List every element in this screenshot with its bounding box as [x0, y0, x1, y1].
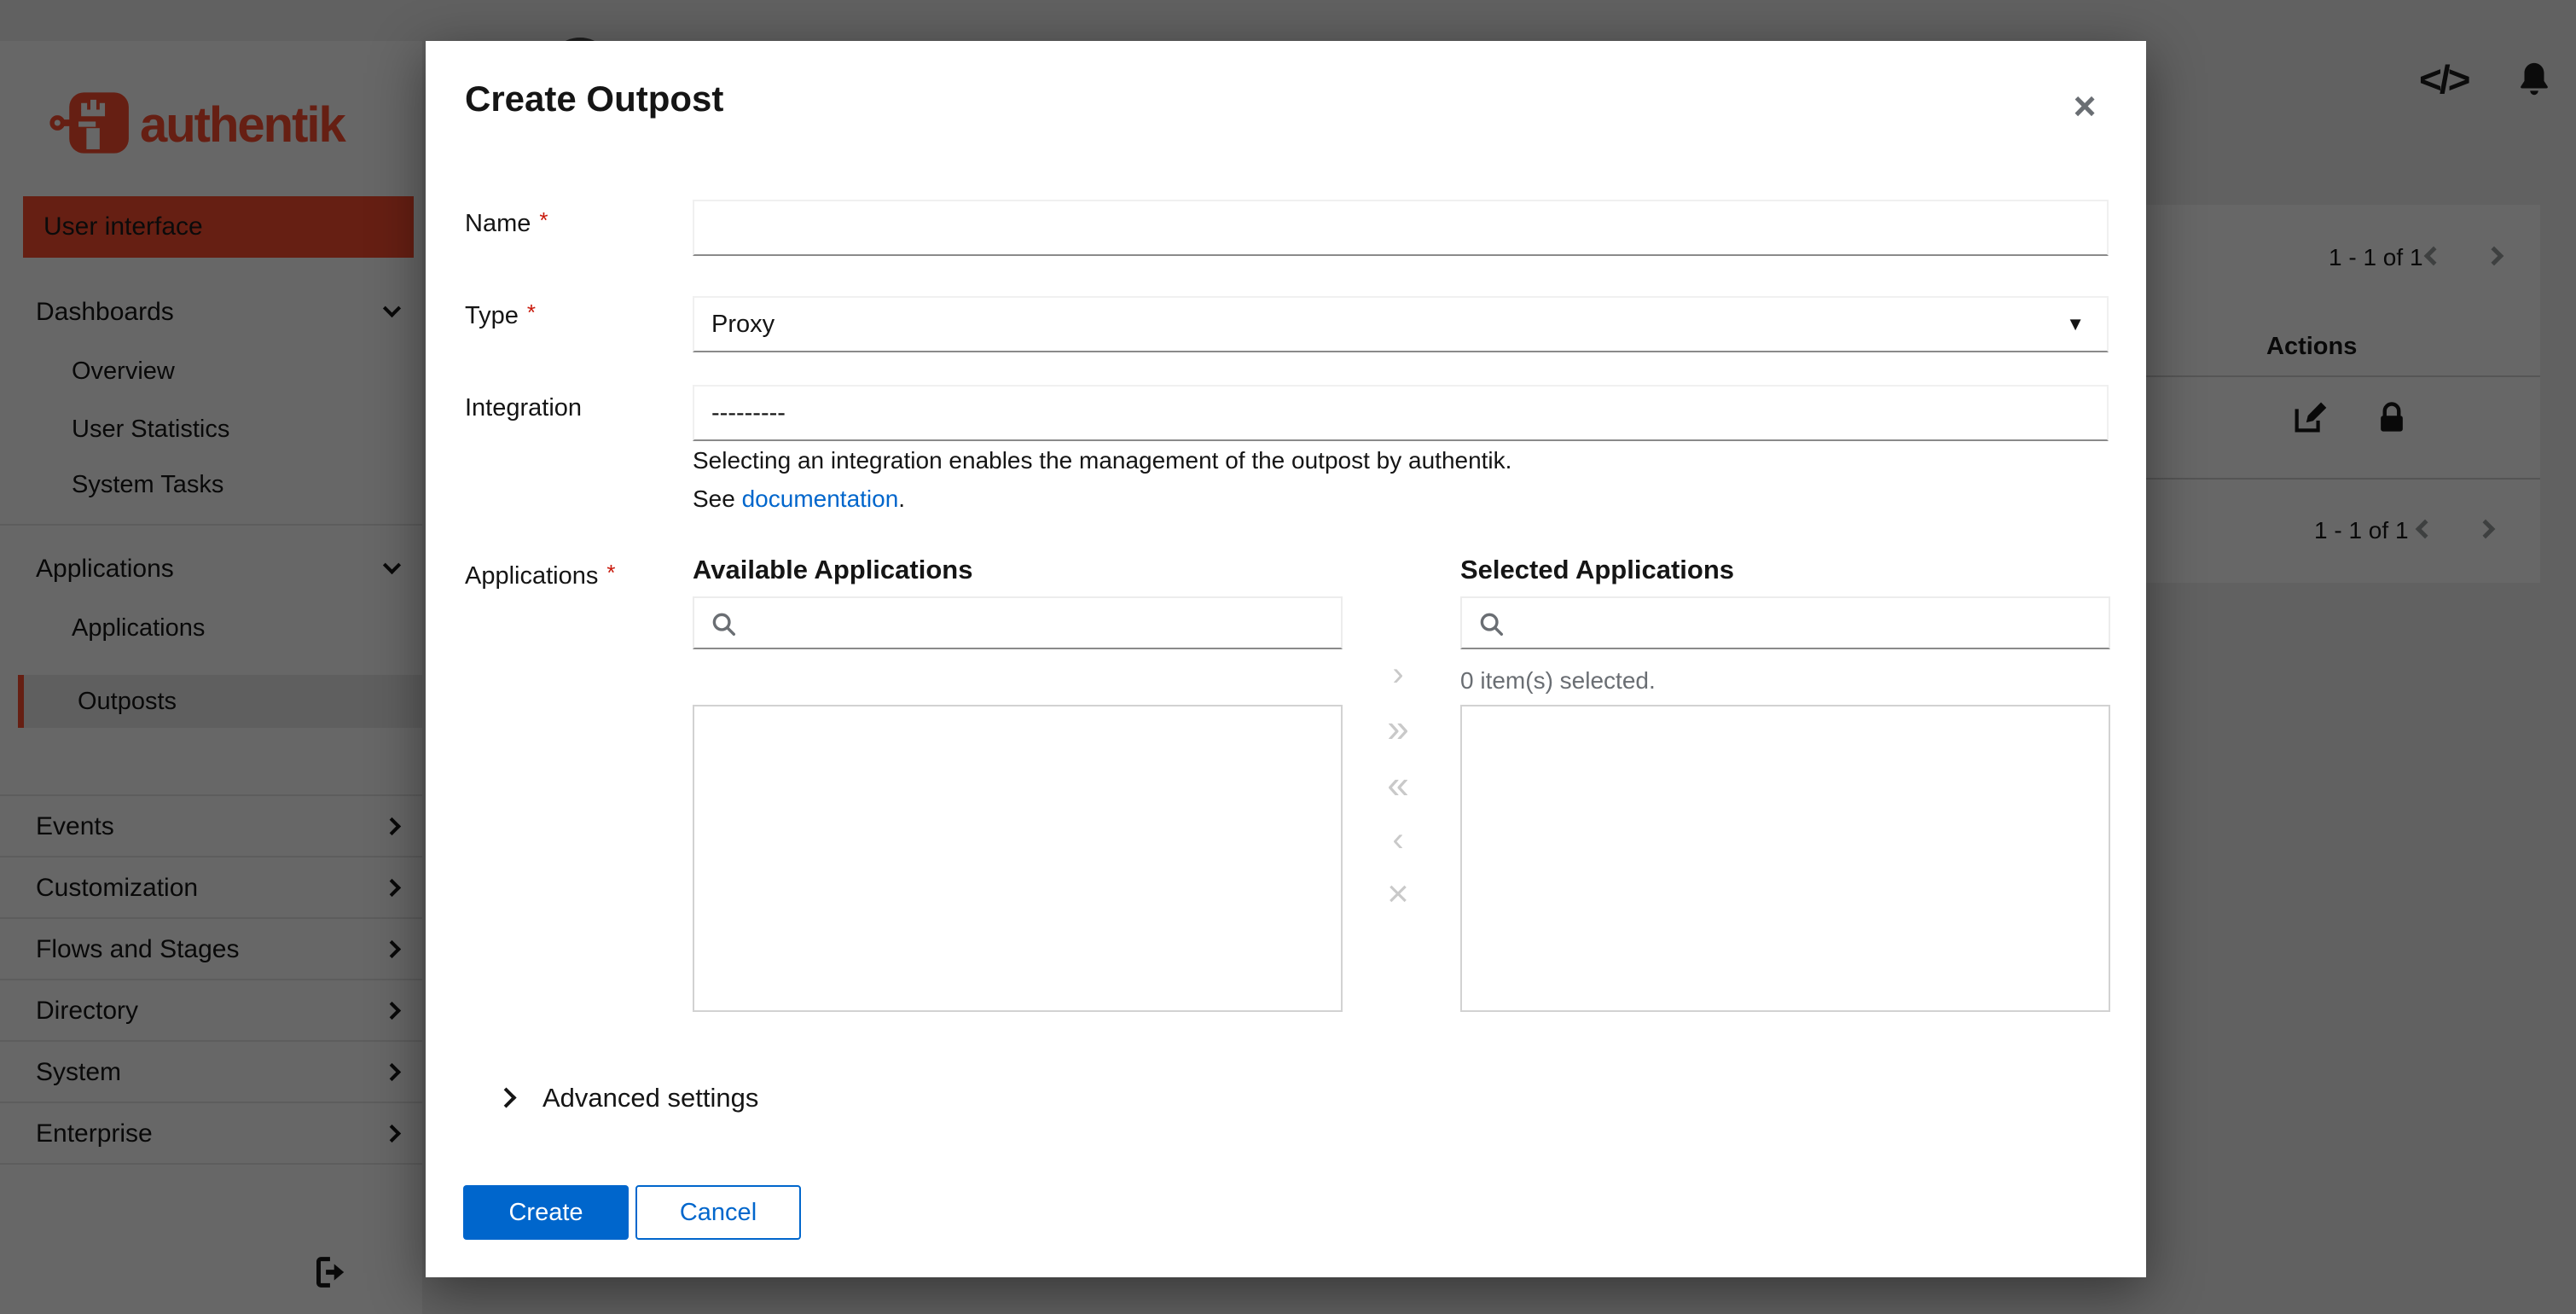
available-applications-title: Available Applications — [693, 555, 972, 585]
available-applications-list[interactable] — [693, 705, 1343, 1012]
integration-help-text: Selecting an integration enables the man… — [693, 447, 1511, 474]
add-selected-icon[interactable]: › — [1371, 648, 1425, 700]
clear-selection-icon[interactable]: × — [1371, 869, 1425, 920]
documentation-link[interactable]: documentation — [742, 485, 899, 512]
search-icon — [710, 610, 739, 639]
name-label: Name* — [465, 210, 548, 238]
required-asterisk: * — [527, 299, 536, 325]
selected-applications-title: Selected Applications — [1460, 555, 1734, 585]
applications-label: Applications* — [465, 562, 616, 590]
search-icon — [1477, 610, 1506, 639]
integration-select[interactable]: --------- — [693, 385, 2109, 441]
selected-search — [1460, 596, 2110, 649]
chevron-right-icon — [496, 1087, 516, 1108]
integration-label: Integration — [465, 394, 582, 422]
selected-count-status: 0 item(s) selected. — [1460, 667, 1656, 695]
integration-help-link-line: See documentation. — [693, 485, 905, 513]
create-button[interactable]: Create — [463, 1185, 629, 1240]
required-asterisk: * — [606, 560, 615, 585]
name-input[interactable] — [693, 200, 2109, 256]
add-all-icon[interactable]: » — [1371, 702, 1425, 753]
available-search — [693, 596, 1343, 649]
type-select[interactable]: Proxy ▼ — [693, 296, 2109, 352]
create-outpost-modal: Create Outpost × Name* Type* Proxy ▼ Int… — [426, 41, 2146, 1277]
close-icon[interactable]: × — [2057, 78, 2112, 133]
selected-applications-list[interactable] — [1460, 705, 2110, 1012]
cancel-button[interactable]: Cancel — [635, 1185, 801, 1240]
modal-title: Create Outpost — [465, 78, 723, 119]
required-asterisk: * — [539, 207, 548, 233]
selected-search-input[interactable] — [1518, 598, 2098, 648]
select-caret-icon: ▼ — [2066, 298, 2085, 351]
remove-all-icon[interactable]: « — [1371, 759, 1425, 810]
type-label: Type* — [465, 302, 536, 330]
available-search-input[interactable] — [751, 598, 1331, 648]
remove-selected-icon[interactable]: ‹ — [1371, 814, 1425, 865]
advanced-settings-toggle[interactable]: Advanced settings — [542, 1073, 758, 1124]
